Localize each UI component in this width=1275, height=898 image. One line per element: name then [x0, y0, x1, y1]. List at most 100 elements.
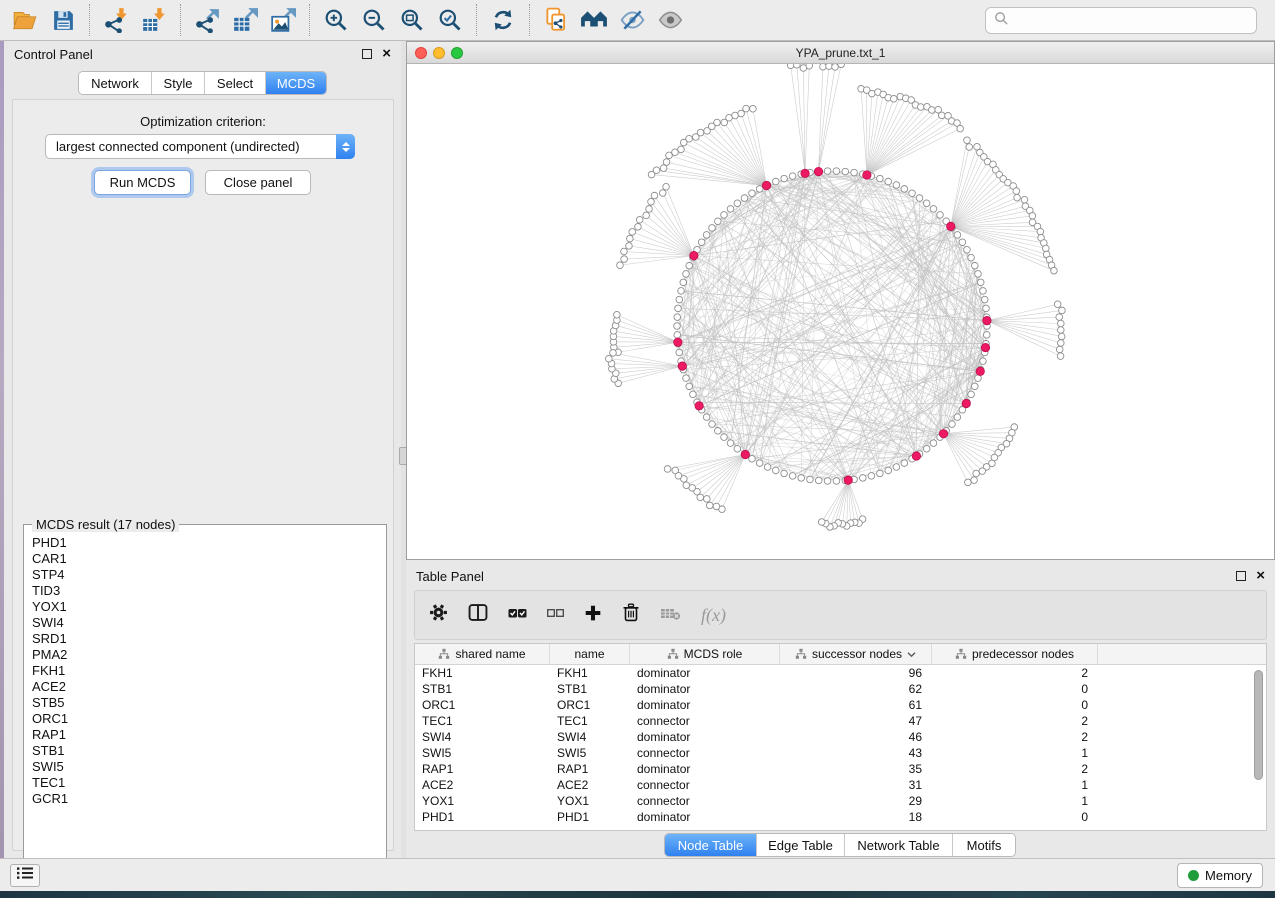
graph-node[interactable] [713, 503, 720, 510]
mcds-result-item[interactable]: STB1 [32, 743, 378, 759]
graph-node[interactable] [937, 212, 944, 219]
close-panel-button[interactable]: Close panel [205, 170, 311, 195]
graph-node[interactable] [975, 271, 982, 278]
table-cell[interactable]: YOX1 [550, 793, 630, 809]
graph-node[interactable] [781, 470, 788, 477]
refresh-view-button[interactable] [484, 2, 522, 38]
mcds-result-item[interactable]: RAP1 [32, 727, 378, 743]
table-scrollbar-thumb[interactable] [1254, 670, 1263, 780]
column-chooser-button[interactable] [468, 603, 488, 627]
graph-node[interactable] [663, 159, 670, 166]
graph-node[interactable] [971, 262, 978, 269]
graph-node[interactable] [678, 288, 685, 295]
graph-node[interactable] [868, 473, 875, 480]
graph-node[interactable] [627, 235, 634, 242]
graph-node[interactable] [794, 64, 801, 68]
mcds-result-item[interactable]: TID3 [32, 583, 378, 599]
graph-node[interactable] [980, 358, 987, 365]
table-row[interactable]: ACE2ACE2connector311 [415, 777, 1266, 793]
graph-node[interactable] [756, 186, 763, 193]
graph-node-mcds[interactable] [814, 167, 822, 175]
graph-node[interactable] [749, 190, 756, 197]
import-network-button[interactable] [97, 2, 135, 38]
graph-node[interactable] [614, 311, 621, 318]
graph-node[interactable] [832, 64, 839, 70]
graph-node[interactable] [1037, 228, 1044, 235]
mcds-result-item[interactable]: CAR1 [32, 551, 378, 567]
graph-node[interactable] [653, 167, 660, 174]
table-cell[interactable]: 29 [780, 793, 932, 809]
table-cell[interactable]: PHD1 [415, 809, 550, 825]
table-cell[interactable]: FKH1 [550, 665, 630, 681]
memory-button[interactable]: Memory [1177, 863, 1263, 888]
mcds-result-item[interactable]: SRD1 [32, 631, 378, 647]
tab-node-table[interactable]: Node Table [665, 834, 757, 856]
graph-node-mcds[interactable] [762, 181, 770, 189]
table-row[interactable]: RAP1RAP1dominator352 [415, 761, 1266, 777]
graph-node[interactable] [1021, 196, 1028, 203]
tab-style[interactable]: Style [152, 72, 205, 94]
graph-node[interactable] [789, 473, 796, 480]
graph-node-mcds[interactable] [976, 367, 984, 375]
table-cell[interactable]: 2 [932, 713, 1098, 729]
table-row[interactable]: TEC1TEC1connector472 [415, 713, 1266, 729]
table-cell[interactable]: dominator [630, 809, 780, 825]
graph-node[interactable] [621, 248, 628, 255]
graph-node[interactable] [877, 470, 884, 477]
graph-node[interactable] [818, 519, 825, 526]
table-cell[interactable]: dominator [630, 665, 780, 681]
table-row[interactable]: SWI4SWI4dominator462 [415, 729, 1266, 745]
table-row[interactable]: YOX1YOX1connector291 [415, 793, 1266, 809]
table-cell[interactable] [1098, 793, 1266, 809]
zoom-out-button[interactable] [355, 2, 393, 38]
close-panel-icon[interactable]: × [382, 49, 391, 59]
graph-node[interactable] [703, 414, 710, 421]
graph-node[interactable] [1056, 314, 1063, 321]
graph-node[interactable] [928, 107, 935, 114]
table-cell[interactable]: 62 [780, 681, 932, 697]
table-row[interactable]: FKH1FKH1dominator962 [415, 665, 1266, 681]
table-cell[interactable]: 18 [780, 809, 932, 825]
deselect-all-rows-button[interactable] [547, 604, 564, 627]
graph-node-mcds[interactable] [981, 343, 989, 351]
search-box[interactable] [985, 7, 1257, 34]
table-settings-button[interactable] [429, 603, 448, 627]
mcds-result-item[interactable]: PHD1 [32, 535, 378, 551]
graph-node[interactable] [938, 112, 945, 119]
search-input[interactable] [1015, 13, 1248, 28]
graph-node[interactable] [676, 296, 683, 303]
graph-node[interactable] [1054, 301, 1061, 308]
graph-node[interactable] [672, 467, 679, 474]
graph-node[interactable] [643, 212, 650, 219]
graph-node[interactable] [703, 232, 710, 239]
graph-node[interactable] [1059, 307, 1066, 314]
table-cell[interactable]: 31 [780, 777, 932, 793]
tab-select[interactable]: Select [205, 72, 266, 94]
export-table-button[interactable] [226, 2, 264, 38]
table-cell[interactable]: 2 [932, 761, 1098, 777]
graph-node[interactable] [901, 460, 908, 467]
table-cell[interactable]: 1 [932, 777, 1098, 793]
graph-node[interactable] [977, 279, 984, 286]
table-cell[interactable] [1098, 777, 1266, 793]
table-cell[interactable] [1098, 809, 1266, 825]
mcds-result-item[interactable]: FKH1 [32, 663, 378, 679]
graph-node-mcds[interactable] [947, 222, 955, 230]
graph-node[interactable] [885, 467, 892, 474]
graph-node[interactable] [606, 355, 613, 362]
table-cell[interactable]: 35 [780, 761, 932, 777]
graph-node[interactable] [646, 206, 653, 213]
graph-node[interactable] [664, 466, 671, 473]
graph-node[interactable] [877, 175, 884, 182]
graph-node[interactable] [930, 206, 937, 213]
graph-node[interactable] [674, 332, 681, 339]
table-cell[interactable]: RAP1 [550, 761, 630, 777]
graph-node[interactable] [651, 192, 658, 199]
graph-node[interactable] [678, 146, 685, 153]
graph-node[interactable] [806, 64, 813, 69]
zoom-fit-button[interactable] [393, 2, 431, 38]
graph-node[interactable] [697, 129, 704, 136]
mcds-result-item[interactable]: SWI4 [32, 615, 378, 631]
table-cell[interactable]: SWI5 [550, 745, 630, 761]
graph-node[interactable] [741, 195, 748, 202]
